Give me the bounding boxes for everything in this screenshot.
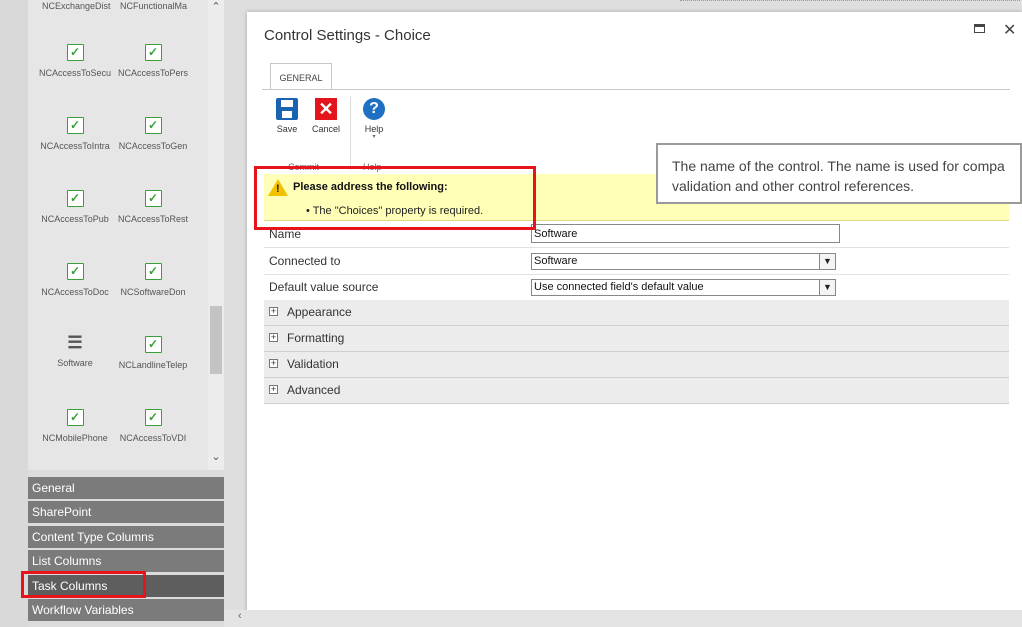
help-button[interactable]: ? Help ▾ bbox=[356, 98, 392, 140]
checkbox-icon: ✓ bbox=[144, 190, 162, 207]
scroll-up-icon[interactable]: ⌃ bbox=[210, 0, 222, 14]
control-settings-dialog: Control Settings - Choice ✕ GENERAL Save… bbox=[247, 12, 1022, 615]
section-label: Validation bbox=[287, 357, 339, 371]
scroll-thumb[interactable] bbox=[210, 306, 222, 374]
cancel-label: Cancel bbox=[311, 124, 340, 134]
tool-label: Software bbox=[57, 358, 93, 368]
scroll-left-icon[interactable]: ‹ bbox=[238, 610, 242, 622]
connected-to-select[interactable]: Software ▼ bbox=[531, 253, 836, 270]
checkbox-icon: ✓ bbox=[144, 409, 162, 426]
ribbon-separator bbox=[350, 96, 351, 170]
category-list-columns[interactable]: List Columns bbox=[28, 550, 224, 572]
tool-label: NCMobilePhone bbox=[42, 433, 108, 443]
tool-label: NCAccessToPers bbox=[117, 68, 189, 78]
tool-ncmobilephone[interactable]: ✓ NCMobilePhone bbox=[36, 409, 114, 470]
default-value-source-value: Use connected field's default value bbox=[534, 281, 704, 293]
scroll-down-icon[interactable]: ⌄ bbox=[210, 450, 222, 464]
tool-ncaccesstopers[interactable]: ✓ NCAccessToPers bbox=[114, 44, 192, 106]
category-general[interactable]: General bbox=[28, 477, 224, 499]
tool-label: NCAccessToGen bbox=[118, 141, 188, 151]
checkbox-icon: ✓ bbox=[144, 263, 162, 280]
expand-icon[interactable]: + bbox=[269, 359, 278, 368]
tool-label: NCAccessToRest bbox=[117, 214, 189, 224]
highlight-box-validation bbox=[254, 166, 536, 230]
chevron-down-icon[interactable]: ▼ bbox=[819, 280, 835, 295]
property-row-default-value-source: Default value source Use connected field… bbox=[264, 274, 1009, 301]
category-workflow-variables[interactable]: Workflow Variables bbox=[28, 599, 224, 621]
category-sharepoint[interactable]: SharePoint bbox=[28, 501, 224, 523]
expand-icon[interactable]: + bbox=[269, 333, 278, 342]
section-label: Advanced bbox=[287, 383, 341, 397]
category-content-type-columns[interactable]: Content Type Columns bbox=[28, 526, 224, 548]
tool-ncaccesstorest[interactable]: ✓ NCAccessToRest bbox=[114, 190, 192, 252]
maximize-icon[interactable] bbox=[974, 24, 985, 33]
canvas-gridline bbox=[680, 0, 1020, 9]
tool-ncaccesstovdi[interactable]: ✓ NCAccessToVDI bbox=[114, 409, 192, 470]
tool-ncaccesstodoc[interactable]: ✓ NCAccessToDoc bbox=[36, 263, 114, 325]
property-tooltip: The name of the control. The name is use… bbox=[656, 143, 1022, 204]
name-field[interactable] bbox=[531, 224, 840, 243]
checkbox-icon: ✓ bbox=[66, 44, 84, 61]
chevron-down-icon[interactable]: ▼ bbox=[819, 254, 835, 269]
tool-label: NCAccessToPub bbox=[41, 214, 109, 224]
checkbox-icon: ✓ bbox=[66, 117, 84, 134]
list-icon: ☰ bbox=[67, 333, 83, 352]
section-label: Appearance bbox=[287, 305, 352, 319]
default-value-source-select[interactable]: Use connected field's default value ▼ bbox=[531, 279, 836, 296]
tool-label: NCAccessToIntra bbox=[40, 141, 110, 151]
horizontal-scrollbar[interactable]: ‹ bbox=[224, 610, 1022, 627]
checkbox-icon: ✓ bbox=[144, 336, 162, 353]
tool-ncaccesstointra[interactable]: ✓ NCAccessToIntra bbox=[36, 117, 114, 179]
section-appearance[interactable]: + Appearance bbox=[264, 300, 1009, 326]
tool-label: NCSoftwareDon bbox=[120, 287, 186, 297]
save-label: Save bbox=[276, 124, 298, 134]
default-value-source-label: Default value source bbox=[269, 280, 379, 294]
close-icon[interactable]: ✕ bbox=[1003, 20, 1016, 40]
chevron-down-icon: ▾ bbox=[372, 134, 376, 140]
checkbox-icon: ✓ bbox=[66, 409, 84, 426]
palette-scrollbar[interactable]: ⌃ ⌄ bbox=[208, 0, 224, 470]
connected-to-value: Software bbox=[534, 255, 578, 267]
tool-label: NCLandlineTelep bbox=[118, 360, 188, 370]
section-validation[interactable]: + Validation bbox=[264, 352, 1009, 378]
connected-to-label: Connected to bbox=[269, 254, 341, 268]
control-palette: NCExchangeDist NCFunctionalMa ✓ NCAccess… bbox=[28, 0, 208, 470]
checkbox-icon: ✓ bbox=[66, 190, 84, 207]
checkbox-icon: ✓ bbox=[144, 44, 162, 61]
save-button[interactable]: Save bbox=[269, 98, 305, 134]
save-icon bbox=[276, 98, 298, 120]
section-formatting[interactable]: + Formatting bbox=[264, 326, 1009, 352]
tool-label[interactable]: NCFunctionalMa bbox=[120, 1, 194, 11]
tooltip-line: validation and other control references. bbox=[672, 178, 915, 194]
tab-general[interactable]: GENERAL bbox=[270, 63, 332, 90]
expand-icon[interactable]: + bbox=[269, 307, 278, 316]
dialog-title: Control Settings - Choice bbox=[264, 27, 431, 44]
cancel-icon: ✕ bbox=[315, 98, 337, 120]
tool-label[interactable]: NCExchangeDist bbox=[42, 1, 116, 11]
section-label: Formatting bbox=[287, 331, 345, 345]
tooltip-line: The name of the control. The name is use… bbox=[672, 158, 1005, 174]
tool-nclandlinetelep[interactable]: ✓ NCLandlineTelep bbox=[114, 336, 192, 398]
left-rail bbox=[0, 0, 28, 627]
highlight-box-task-columns bbox=[21, 571, 146, 598]
tool-ncaccesstogen[interactable]: ✓ NCAccessToGen bbox=[114, 117, 192, 179]
help-label: Help bbox=[364, 124, 384, 134]
tool-label: NCAccessToSecu bbox=[38, 68, 112, 78]
cancel-button[interactable]: ✕ Cancel bbox=[308, 98, 344, 134]
property-row-connected-to: Connected to Software ▼ bbox=[264, 248, 1009, 275]
tool-label: NCAccessToDoc bbox=[41, 287, 109, 297]
tool-label: NCAccessToVDI bbox=[119, 433, 187, 443]
tool-ncaccesstopub[interactable]: ✓ NCAccessToPub bbox=[36, 190, 114, 252]
expand-icon[interactable]: + bbox=[269, 385, 278, 394]
help-icon: ? bbox=[363, 98, 385, 120]
checkbox-icon: ✓ bbox=[144, 117, 162, 134]
tool-ncaccesstosecu[interactable]: ✓ NCAccessToSecu bbox=[36, 44, 114, 106]
palette-top-row: NCExchangeDist NCFunctionalMa bbox=[28, 0, 208, 16]
checkbox-icon: ✓ bbox=[66, 263, 84, 280]
section-advanced[interactable]: + Advanced bbox=[264, 378, 1009, 404]
tool-ncsoftwaredon[interactable]: ✓ NCSoftwareDon bbox=[114, 263, 192, 325]
tool-software[interactable]: ☰ Software bbox=[36, 334, 114, 396]
